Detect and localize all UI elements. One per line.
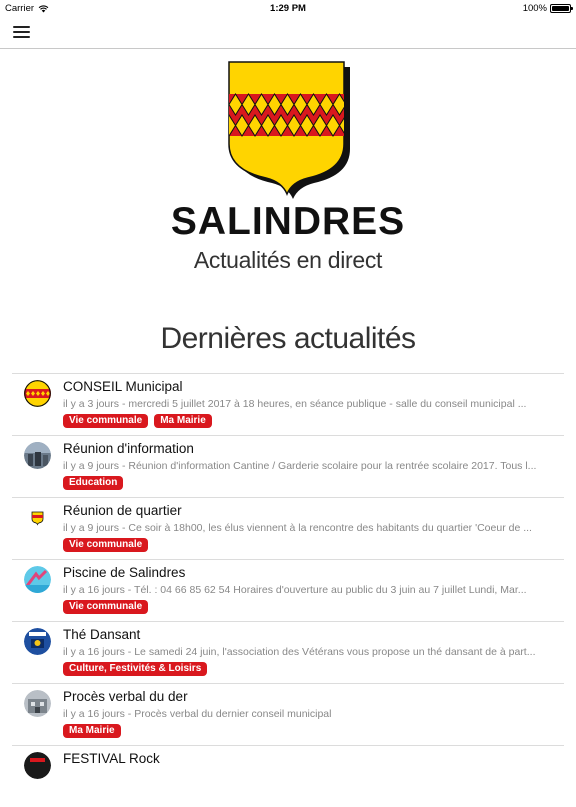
news-title: Réunion d'information [63,441,194,456]
tag-culture-festivites-loisirs[interactable]: Culture, Festivités & Loisirs [63,662,208,676]
news-excerpt-text: Tél. : 04 66 85 62 54 Horaires d'ouvertu… [134,584,527,596]
news-item-the-dansant[interactable]: Thé Dansant il y a 16 jours - Le samedi … [12,621,564,683]
news-title: Procès verbal du der [63,689,188,704]
news-item-piscine[interactable]: Piscine de Salindres il y a 16 jours - T… [12,559,564,621]
status-bar: Carrier 1:29 PM 100% [0,0,576,18]
tag-vie-communale[interactable]: Vie communale [63,414,149,428]
news-tags: Vie communale [63,600,149,614]
news-excerpt-text: Ce soir à 18h00, les élus viennent à la … [128,522,532,534]
news-thumbnail-shield [24,380,51,407]
news-title: CONSEIL Municipal [63,379,183,394]
news-thumbnail-festival [24,752,51,779]
news-time: il y a 9 jours [63,522,120,534]
news-item-conseil-municipal[interactable]: CONSEIL Municipal il y a 3 jours - mercr… [12,373,564,435]
navigation-bar [0,18,576,49]
news-tags: Ma Mairie [63,724,121,738]
news-list: CONSEIL Municipal il y a 3 jours - mercr… [12,373,564,807]
news-thumbnail-shield-small [24,504,51,531]
news-time: il y a 16 jours [63,708,125,720]
news-time: il y a 3 jours [63,398,120,410]
tag-vie-communale[interactable]: Vie communale [63,538,149,552]
news-excerpt: il y a 3 jours - mercredi 5 juillet 2017… [63,398,527,410]
news-tags: Education [63,476,124,490]
news-thumbnail-poster [24,628,51,655]
news-time: il y a 16 jours [63,584,125,596]
news-thumbnail-pool [24,566,51,593]
news-excerpt: il y a 9 jours - Réunion d'information C… [63,460,537,472]
news-title: Piscine de Salindres [63,565,186,580]
hamburger-menu-icon[interactable] [13,26,30,40]
battery-icon [550,4,573,13]
news-item-reunion-quartier[interactable]: Réunion de quartier il y a 9 jours - Ce … [12,497,564,559]
tag-ma-mairie[interactable]: Ma Mairie [63,724,121,738]
news-tags: Vie communale Ma Mairie [63,414,212,428]
brand-title: SALINDRES [170,200,406,243]
news-excerpt-text: mercredi 5 juillet 2017 à 18 heures, en … [128,398,527,410]
news-thumbnail-photo [24,442,51,469]
news-excerpt: il y a 16 jours - Le samedi 24 juin, l'a… [63,646,536,658]
news-excerpt-text: Le samedi 24 juin, l'association des Vét… [134,646,536,658]
news-excerpt: il y a 16 jours - Procès verbal du derni… [63,708,332,720]
brand-tagline: Actualités en direct [193,247,383,273]
news-title: FESTIVAL Rock [63,751,160,766]
news-time: il y a 9 jours [63,460,120,472]
news-excerpt-text: Procès verbal du dernier conseil municip… [134,708,332,720]
news-tags: Vie communale [63,538,149,552]
tag-vie-communale[interactable]: Vie communale [63,600,149,614]
tag-education[interactable]: Education [63,476,124,490]
news-title: Réunion de quartier [63,503,182,518]
news-item-reunion-information[interactable]: Réunion d'information il y a 9 jours - R… [12,435,564,497]
news-excerpt-text: Réunion d'information Cantine / Garderie… [128,460,537,472]
news-item-proces-verbal[interactable]: Procès verbal du der il y a 16 jours - P… [12,683,564,745]
news-excerpt: il y a 9 jours - Ce soir à 18h00, les él… [63,522,532,534]
news-thumbnail-building [24,690,51,717]
news-time: il y a 16 jours [63,646,125,658]
news-tags: Culture, Festivités & Loisirs [63,662,208,676]
section-title: Dernières actualités [160,322,416,355]
salindres-shield-logo [228,61,350,199]
tag-ma-mairie[interactable]: Ma Mairie [154,414,212,428]
battery-indicator: 100% [522,3,573,14]
news-item-festival-rock[interactable]: FESTIVAL Rock [12,745,564,807]
news-title: Thé Dansant [63,627,141,642]
battery-percent: 100% [522,3,547,14]
news-excerpt: il y a 16 jours - Tél. : 04 66 85 62 54 … [63,584,527,596]
clock: 1:29 PM [270,3,306,14]
